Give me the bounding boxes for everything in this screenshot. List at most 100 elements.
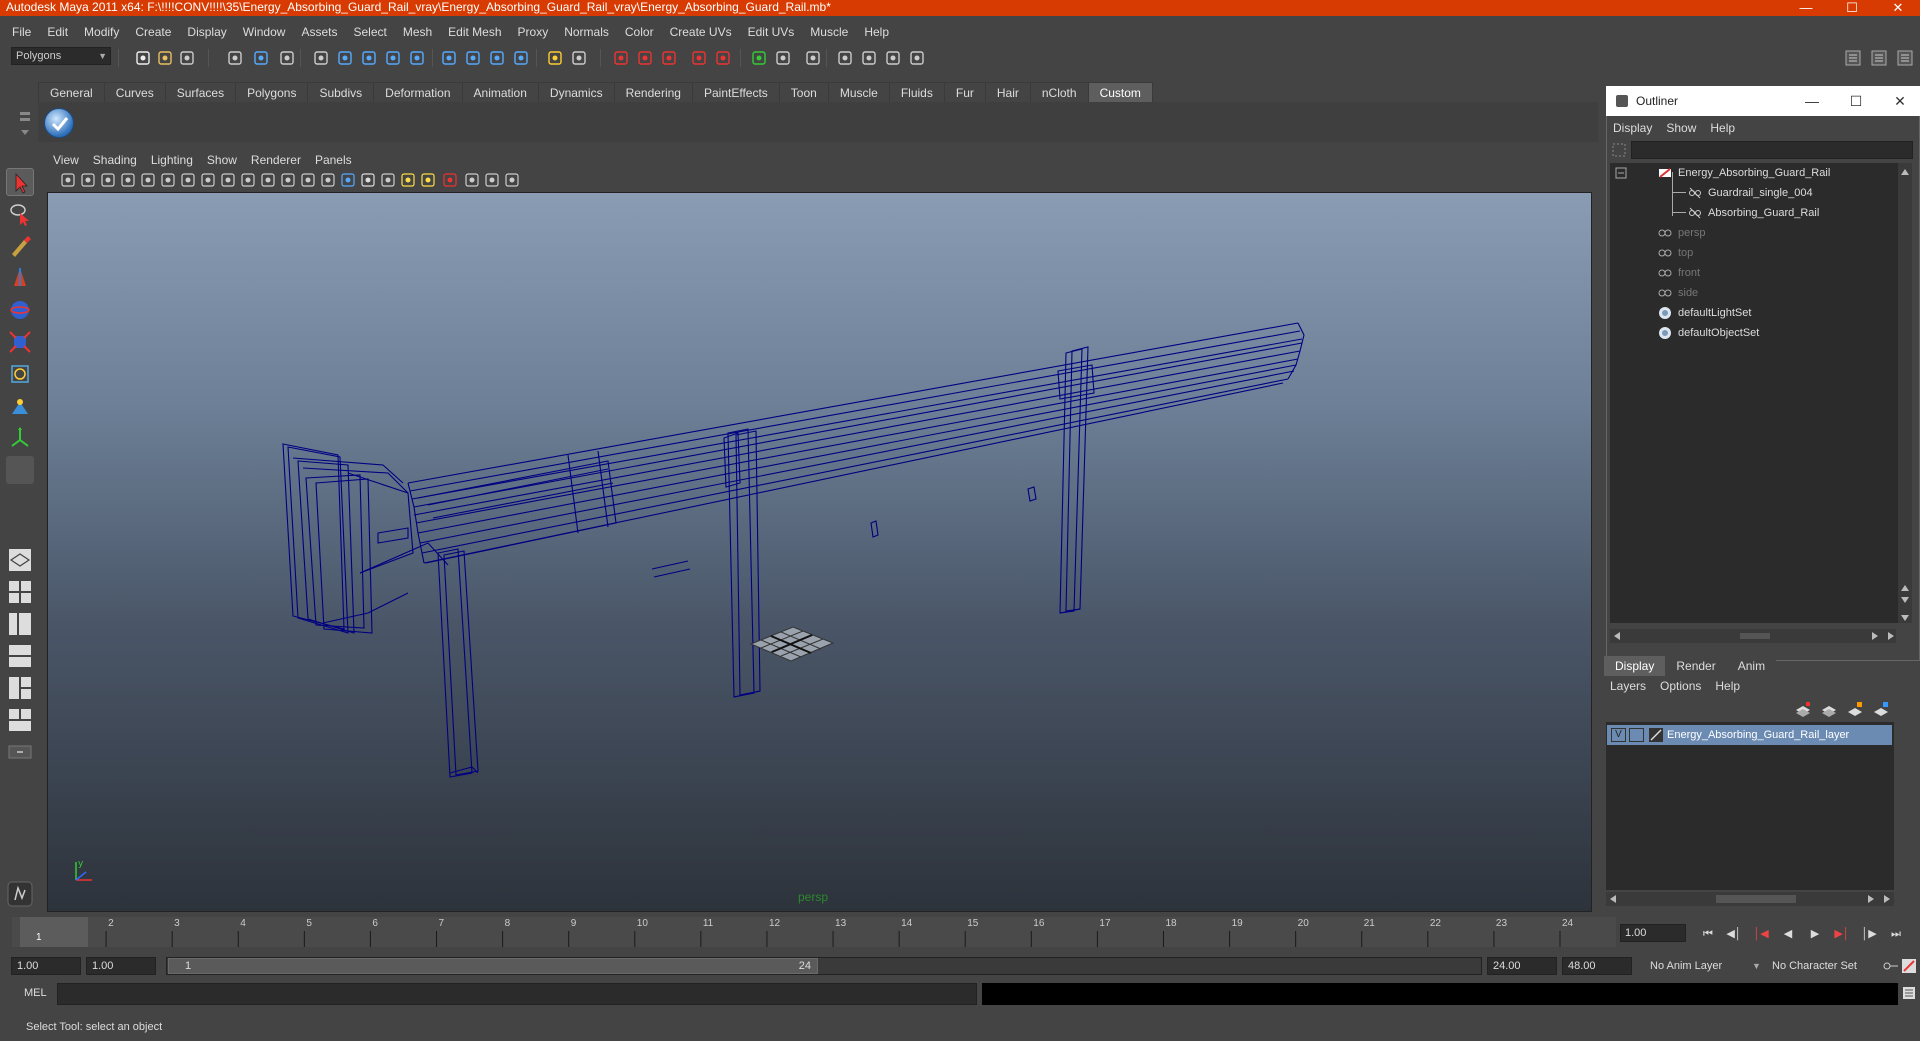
minimize-icon[interactable]: — [1791, 0, 1821, 16]
layout-outliner-persp-icon[interactable] [6, 610, 34, 638]
snap-together-icon[interactable] [714, 49, 732, 67]
shelf-tab-ncloth[interactable]: nCloth [1029, 82, 1089, 102]
layer-menu-layers[interactable]: Layers [1604, 679, 1654, 693]
menu-help[interactable]: Help [856, 22, 897, 42]
show-manipulator-tool-icon[interactable] [6, 424, 34, 452]
play-backward-icon[interactable]: ◀ [1777, 926, 1799, 942]
remove-from-layer-icon[interactable] [1872, 700, 1890, 718]
shelf-tab-custom[interactable]: Custom [1087, 82, 1153, 102]
output-ops-icon[interactable] [488, 49, 506, 67]
snap-to-grid-icon[interactable] [312, 49, 330, 67]
history-icon[interactable] [440, 49, 458, 67]
dope-sheet-icon[interactable] [884, 49, 902, 67]
outliner-item[interactable]: persp [1610, 223, 1906, 243]
field-chart-icon[interactable] [260, 172, 276, 188]
render-settings-icon[interactable] [636, 49, 654, 67]
attribute-editor-icon[interactable] [750, 49, 768, 67]
maximize-icon[interactable]: ☐ [1837, 0, 1867, 16]
layer-tab-render[interactable]: Render [1665, 656, 1727, 676]
save-scene-icon[interactable] [178, 49, 196, 67]
ipr-render-icon[interactable] [612, 49, 630, 67]
menu-edit-uvs[interactable]: Edit UVs [740, 22, 803, 42]
safe-action-icon[interactable] [280, 172, 296, 188]
outliner-menu-show[interactable]: Show [1660, 121, 1704, 135]
show-hide-channel-box-icon[interactable] [1896, 49, 1914, 67]
outliner-minimize-icon[interactable]: — [1794, 86, 1830, 116]
make-live-icon[interactable] [408, 49, 426, 67]
grid-icon[interactable] [180, 172, 196, 188]
playback-start-field[interactable]: 1.00 [86, 957, 156, 975]
select-tool-icon[interactable] [6, 168, 34, 196]
grease-pencil-icon[interactable] [160, 172, 176, 188]
menu-color[interactable]: Color [617, 22, 662, 42]
show-hide-modeling-toolkit-icon[interactable] [1844, 49, 1862, 67]
outliner-item[interactable]: top [1610, 243, 1906, 263]
shelf-tab-toon[interactable]: Toon [778, 82, 829, 102]
menu-edit[interactable]: Edit [39, 22, 76, 42]
outliner-item[interactable]: defaultObjectSet [1610, 323, 1906, 343]
menu-assets[interactable]: Assets [293, 22, 345, 42]
layer-visibility-toggle[interactable]: V [1611, 728, 1626, 742]
shelf-tab-polygons[interactable]: Polygons [235, 82, 309, 102]
paint-select-tool-icon[interactable] [6, 232, 34, 260]
step-back-frame-icon[interactable]: │◀ [1750, 926, 1772, 942]
outliner-close-icon[interactable]: ✕ [1882, 86, 1918, 116]
outliner-item[interactable]: side [1610, 283, 1906, 303]
two-d-pan-zoom-icon[interactable] [140, 172, 156, 188]
layer-tab-anim[interactable]: Anim [1726, 656, 1777, 676]
image-plane-icon[interactable] [120, 172, 136, 188]
scale-tool-icon[interactable] [6, 328, 34, 356]
menu-edit-mesh[interactable]: Edit Mesh [440, 22, 509, 42]
wireframe-icon[interactable] [320, 172, 336, 188]
channel-box-icon[interactable] [804, 49, 822, 67]
menu-muscle[interactable]: Muscle [802, 22, 856, 42]
select-by-component-icon[interactable] [278, 49, 296, 67]
menu-proxy[interactable]: Proxy [510, 22, 557, 42]
layout-persp-outliner-icon[interactable] [6, 706, 34, 734]
outliner-menu-help[interactable]: Help [1704, 121, 1743, 135]
shelf-tab-dynamics[interactable]: Dynamics [537, 82, 615, 102]
shelf-tab-fur[interactable]: Fur [943, 82, 986, 102]
hotbox-icon[interactable] [6, 880, 34, 908]
shelf-tab-hair[interactable]: Hair [984, 82, 1031, 102]
layer-menu-help[interactable]: Help [1709, 679, 1748, 693]
snap-to-curve-icon[interactable] [336, 49, 354, 67]
manipulator-tool-icon[interactable] [6, 360, 34, 388]
shelf-checkmark-icon[interactable] [44, 108, 74, 138]
select-by-hierarchy-icon[interactable] [226, 49, 244, 67]
step-back-key-icon[interactable]: ◀│ [1723, 926, 1745, 942]
go-to-end-icon[interactable]: ⏭ [1885, 926, 1907, 942]
last-tool-icon[interactable] [6, 456, 34, 484]
new-scene-icon[interactable] [134, 49, 152, 67]
select-by-object-icon[interactable] [252, 49, 270, 67]
layer-display-type-toggle[interactable] [1629, 728, 1644, 742]
bookmarks-icon[interactable] [100, 172, 116, 188]
wireframe-on-shaded-icon[interactable] [360, 172, 376, 188]
current-frame-field[interactable]: 1.00 [1620, 924, 1686, 942]
menu-set-dropdown[interactable]: Polygons ▼ [11, 47, 111, 65]
outliner-menu-display[interactable]: Display [1607, 121, 1660, 135]
collapse-icon[interactable] [1614, 166, 1628, 180]
highlight-selection-icon[interactable] [442, 172, 458, 188]
anim-layer-dropdown[interactable]: No Anim Layer [1644, 957, 1750, 975]
outliner-item[interactable]: Guardrail_single_004 [1610, 183, 1906, 203]
lighting-icon[interactable] [400, 172, 416, 188]
smooth-shade-icon[interactable] [340, 172, 356, 188]
visor-icon[interactable] [690, 49, 708, 67]
new-layer-selected-icon[interactable] [1820, 700, 1838, 718]
menu-create[interactable]: Create [127, 22, 179, 42]
resolution-gate-icon[interactable] [220, 172, 236, 188]
viewport-menu-renderer[interactable]: Renderer [245, 153, 309, 167]
animation-end-field[interactable]: 48.00 [1562, 957, 1632, 975]
close-icon[interactable]: ✕ [1883, 0, 1913, 16]
textured-icon[interactable] [380, 172, 396, 188]
graph-editor-icon[interactable] [860, 49, 878, 67]
add-to-layer-icon[interactable] [1846, 700, 1864, 718]
snap-to-view-plane-icon[interactable] [384, 49, 402, 67]
animation-preferences-icon[interactable] [1902, 959, 1916, 973]
layout-more-icon[interactable] [6, 738, 34, 766]
playback-end-field[interactable]: 24.00 [1487, 957, 1557, 975]
menu-select[interactable]: Select [345, 22, 394, 42]
shadows-icon[interactable] [420, 172, 436, 188]
outliner-item[interactable]: defaultLightSet [1610, 303, 1906, 323]
